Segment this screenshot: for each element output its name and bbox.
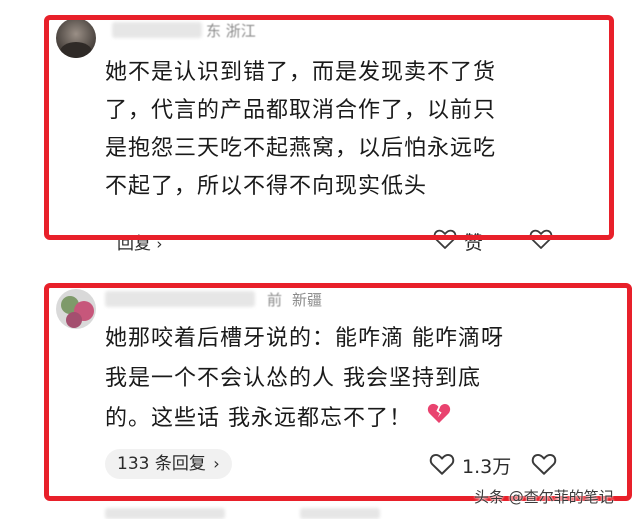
next-comment-blurred (300, 508, 380, 519)
highlight-box (44, 283, 632, 501)
watermark: 头条 @查尔菲的笔记 (474, 488, 614, 506)
highlight-box (44, 15, 614, 240)
next-comment-blurred (105, 508, 225, 519)
